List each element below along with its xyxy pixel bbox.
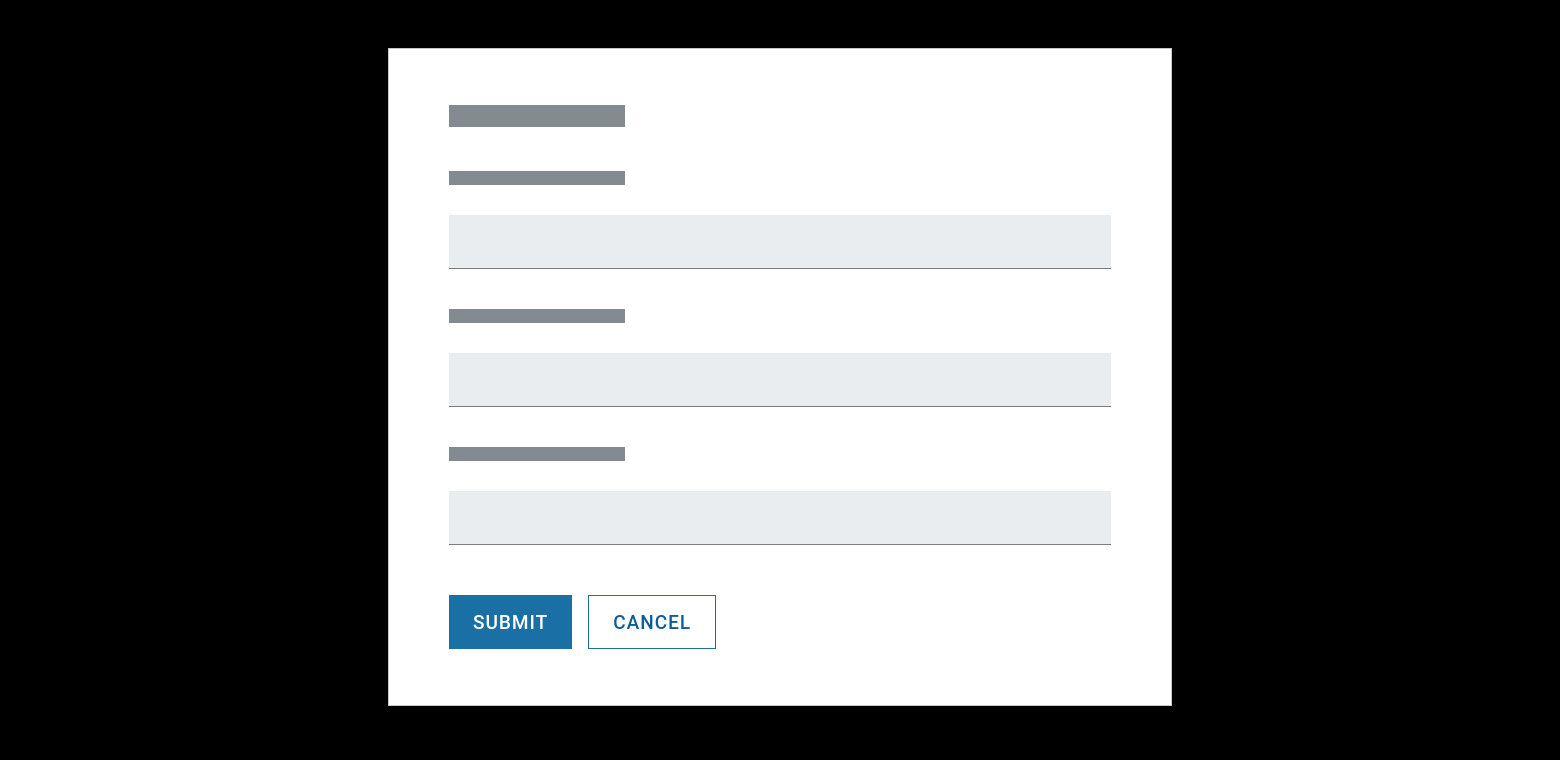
field-input-1[interactable] (449, 215, 1111, 269)
field-input-2[interactable] (449, 353, 1111, 407)
button-row: SUBMIT CANCEL (449, 595, 1111, 649)
field-label-placeholder (449, 447, 625, 461)
field-group-1 (449, 171, 1111, 269)
field-label-placeholder (449, 171, 625, 185)
form-card: SUBMIT CANCEL (388, 48, 1172, 706)
field-group-2 (449, 309, 1111, 407)
field-label-placeholder (449, 309, 625, 323)
field-input-3[interactable] (449, 491, 1111, 545)
cancel-button[interactable]: CANCEL (588, 595, 716, 649)
field-group-3 (449, 447, 1111, 545)
form-title-placeholder (449, 105, 625, 127)
submit-button[interactable]: SUBMIT (449, 595, 572, 649)
